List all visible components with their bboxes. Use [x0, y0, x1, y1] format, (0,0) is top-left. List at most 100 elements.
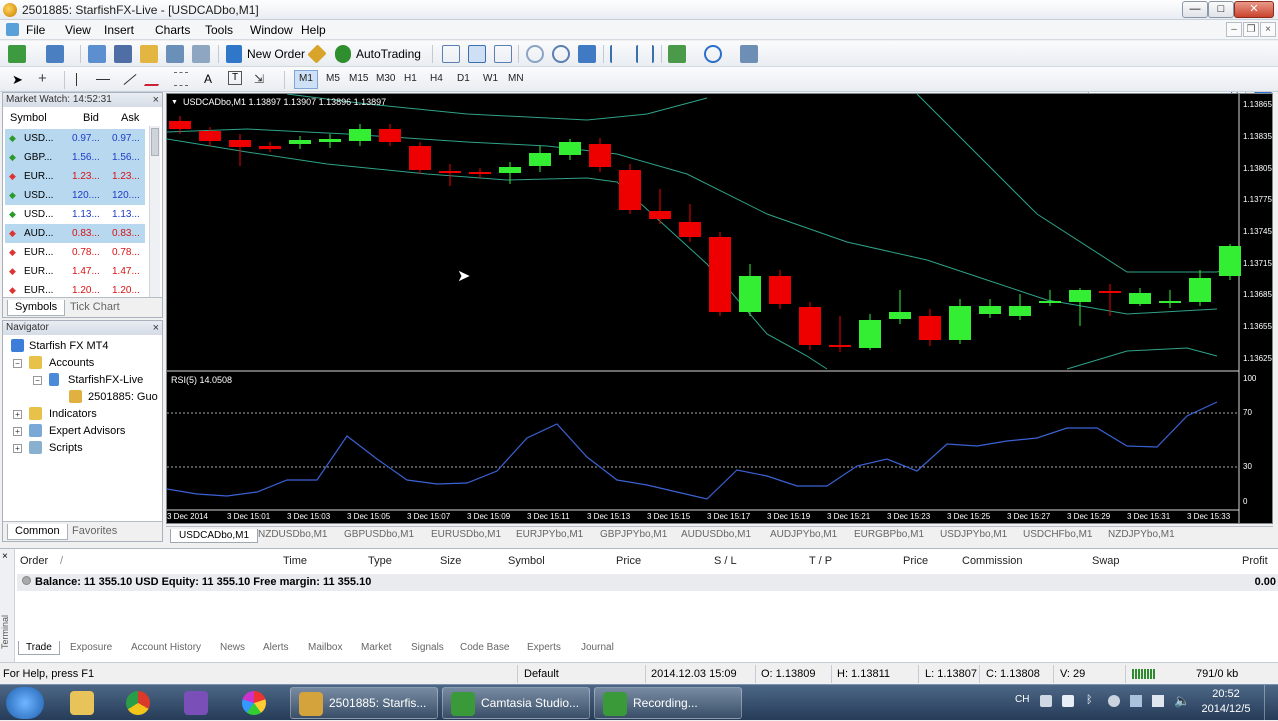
nav-indicators[interactable]: Indicators: [49, 408, 97, 420]
strategy-tester-icon[interactable]: [192, 45, 210, 63]
tray-icon[interactable]: [1130, 695, 1142, 707]
tile-windows-icon[interactable]: [578, 45, 596, 63]
col-bid[interactable]: Bid: [83, 112, 99, 124]
maximize-button[interactable]: □: [1208, 1, 1234, 18]
terminal-column-header[interactable]: Price: [616, 555, 641, 567]
terminal-column-header[interactable]: Type: [368, 555, 392, 567]
zoom-in-icon[interactable]: [526, 45, 544, 63]
nav-account[interactable]: 2501885: Guo D: [88, 391, 160, 403]
templates-icon[interactable]: [740, 45, 758, 63]
navigator-icon[interactable]: [140, 45, 158, 63]
mdi-restore-icon[interactable]: ❐: [1243, 22, 1259, 37]
expand-icon[interactable]: +: [13, 444, 22, 453]
data-window-icon[interactable]: [114, 45, 132, 63]
terminal-column-header[interactable]: Commission: [962, 555, 1023, 567]
chart-tab[interactable]: GBPUSDbo,M1: [344, 529, 414, 540]
expand-icon[interactable]: +: [13, 427, 22, 436]
clock-time[interactable]: 20:52: [1196, 688, 1256, 700]
autotrading-icon[interactable]: [335, 45, 351, 63]
terminal-column-header[interactable]: Size: [440, 555, 461, 567]
new-order-icon[interactable]: [226, 45, 242, 63]
terminal-column-header[interactable]: /: [60, 555, 63, 567]
market-watch-row[interactable]: ◆ USD... 1.13... 1.13...: [5, 205, 145, 224]
nav-accounts[interactable]: Accounts: [49, 357, 94, 369]
timeframe-d1[interactable]: D1: [457, 73, 470, 84]
auto-scroll-icon[interactable]: [610, 45, 628, 63]
nav-expert-advisors[interactable]: Expert Advisors: [49, 425, 125, 437]
nav-root[interactable]: Starfish FX MT4: [29, 340, 108, 352]
tab-tick-chart[interactable]: Tick Chart: [63, 300, 127, 316]
explorer-pin[interactable]: [62, 687, 106, 719]
terminal-column-header[interactable]: Order: [20, 555, 48, 567]
chart-tab[interactable]: USDCADbo,M1: [170, 529, 259, 543]
expand-icon[interactable]: +: [13, 410, 22, 419]
nav-server[interactable]: StarfishFX-Live: [68, 374, 143, 386]
volume-icon[interactable]: 🔈: [1174, 693, 1190, 709]
mdi-close-icon[interactable]: ×: [1260, 22, 1276, 37]
terminal-tab[interactable]: Account History: [131, 642, 201, 653]
timeframe-h4[interactable]: H4: [430, 73, 443, 84]
terminal-icon[interactable]: [166, 45, 184, 63]
mdi-minimize-icon[interactable]: –: [1226, 22, 1242, 37]
network-icon[interactable]: [1152, 695, 1164, 707]
chart-tab[interactable]: EURUSDbo,M1: [431, 529, 501, 540]
text-label-icon[interactable]: T: [228, 71, 242, 85]
metaeditor-icon[interactable]: [307, 44, 327, 64]
taskbar-recording[interactable]: Recording...: [594, 687, 742, 719]
terminal-tab[interactable]: Alerts: [263, 642, 289, 653]
close-icon[interactable]: ×: [153, 322, 159, 334]
timeframe-m5[interactable]: M5: [326, 73, 340, 84]
market-watch-row[interactable]: ◆ GBP... 1.56... 1.56...: [5, 148, 145, 167]
timeframe-m15[interactable]: M15: [349, 73, 368, 84]
terminal-tab[interactable]: Code Base: [460, 642, 509, 653]
chart-tab[interactable]: GBPJPYbo,M1: [600, 529, 667, 540]
chart-tab[interactable]: EURGBPbo,M1: [854, 529, 924, 540]
zoom-out-icon[interactable]: [552, 45, 570, 63]
market-watch-row[interactable]: ◆ USD... 0.97... 0.97...: [5, 129, 145, 148]
fibonacci-icon[interactable]: [174, 72, 188, 86]
terminal-tab[interactable]: Mailbox: [308, 642, 342, 653]
terminal-tab[interactable]: Signals: [411, 642, 444, 653]
terminal-tab[interactable]: News: [220, 642, 245, 653]
menu-file[interactable]: File: [26, 23, 45, 37]
timeframe-mn[interactable]: MN: [508, 73, 524, 84]
chart-tab[interactable]: USDCHFbo,M1: [1023, 529, 1092, 540]
periods-icon[interactable]: [704, 45, 722, 63]
terminal-column-header[interactable]: Symbol: [508, 555, 545, 567]
market-watch-row[interactable]: ◆ USD... 120.... 120....: [5, 186, 145, 205]
close-button[interactable]: ✕: [1234, 1, 1274, 18]
menu-insert[interactable]: Insert: [104, 23, 134, 37]
language-indicator[interactable]: CH: [1015, 694, 1029, 705]
terminal-column-header[interactable]: Time: [283, 555, 307, 567]
menu-charts[interactable]: Charts: [155, 23, 190, 37]
price-chart[interactable]: [167, 94, 1272, 523]
collapse-icon[interactable]: −: [33, 376, 42, 385]
collapse-icon[interactable]: −: [13, 359, 22, 368]
picasa-pin[interactable]: [234, 687, 278, 719]
terminal-tab[interactable]: Market: [361, 642, 392, 653]
terminal-tab[interactable]: Trade: [18, 641, 60, 655]
text-icon[interactable]: A: [204, 72, 212, 86]
chrome-pin[interactable]: [118, 687, 162, 719]
equidistant-channel-icon[interactable]: [143, 72, 167, 86]
new-chart-icon[interactable]: [8, 45, 26, 63]
crosshair-icon[interactable]: +: [38, 70, 47, 87]
arrows-icon[interactable]: ⇲: [254, 72, 264, 86]
timeframe-w1[interactable]: W1: [483, 73, 498, 84]
bar-chart-icon[interactable]: [442, 45, 460, 63]
profile-name[interactable]: Default: [524, 668, 559, 680]
chart-tab[interactable]: NZDJPYbo,M1: [1108, 529, 1175, 540]
show-desktop-button[interactable]: [1264, 685, 1278, 721]
market-watch-icon[interactable]: [88, 45, 106, 63]
taskbar-metatrader[interactable]: 2501885: Starfis...: [290, 687, 438, 719]
vertical-line-icon[interactable]: [76, 73, 77, 86]
close-icon[interactable]: ×: [153, 94, 159, 106]
chart-shift-icon[interactable]: [636, 45, 654, 63]
timeframe-h1[interactable]: H1: [404, 73, 417, 84]
new-order-button[interactable]: New Order: [247, 47, 305, 61]
trendline-icon[interactable]: [123, 73, 137, 86]
chart-tab[interactable]: AUDJPYbo,M1: [770, 529, 837, 540]
ime-icon[interactable]: [1040, 695, 1052, 707]
market-watch-row[interactable]: ◆ EUR... 1.23... 1.23...: [5, 167, 145, 186]
chart-window[interactable]: USDCADbo,M1 1.13897 1.13907 1.13896 1.13…: [166, 93, 1273, 524]
